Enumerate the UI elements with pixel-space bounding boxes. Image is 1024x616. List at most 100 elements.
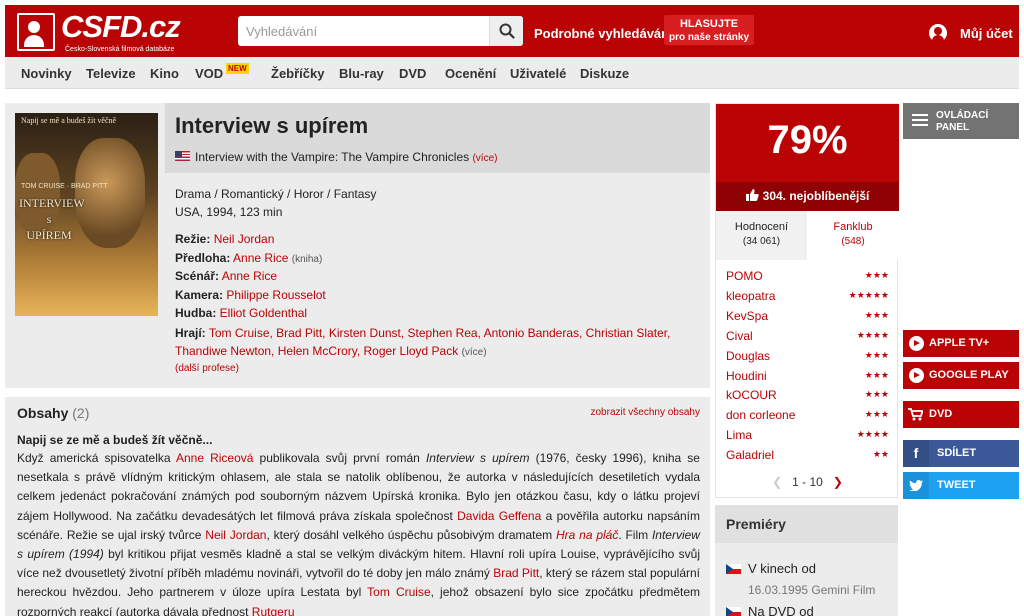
dvd-button[interactable]: DVD — [903, 401, 1019, 428]
crew-director: Režie: Neil Jordan — [175, 232, 274, 246]
plot-link[interactable]: Brad Pitt — [493, 566, 539, 580]
search-button[interactable] — [489, 16, 523, 46]
plot-link[interactable]: Tom Cruise — [367, 585, 430, 599]
vote-button-sublabel: pro naše stránky — [668, 32, 750, 43]
film-origin: USA, 1994, 123 min — [175, 205, 283, 219]
user-name[interactable]: POMO — [726, 269, 763, 283]
poster-title-line3: UPÍREM — [26, 228, 72, 242]
nav-item-diskuze[interactable]: Diskuze — [580, 66, 629, 81]
show-all-plots-link[interactable]: zobrazit všechny obsahy — [590, 407, 700, 418]
user-rating-row[interactable]: kleopatra ★★★★★ — [726, 287, 889, 307]
apple-tv-button[interactable]: APPLE TV+ — [903, 330, 1019, 357]
search-input[interactable] — [238, 16, 488, 46]
user-icon[interactable] — [929, 24, 947, 42]
vote-button[interactable]: HLASUJTE pro naše stránky — [664, 15, 754, 45]
czech-flag-icon — [726, 607, 741, 616]
plot-link[interactable]: Rutgeru — [252, 605, 295, 616]
account-link[interactable]: Můj účet — [960, 26, 1013, 41]
user-name[interactable]: Douglas — [726, 349, 770, 363]
rating-rank-text: 304. nejoblíbenější — [762, 189, 870, 203]
control-panel-button[interactable]: OVLÁDACÍ PANEL — [903, 103, 1019, 139]
star-rating: ★★★ — [864, 409, 889, 419]
google-play-button[interactable]: GOOGLE PLAY — [903, 362, 1019, 389]
cart-icon — [908, 408, 923, 421]
user-name[interactable]: don corleone — [726, 408, 795, 422]
apple-tv-label: APPLE TV+ — [929, 337, 990, 349]
star-rating: ★★★ — [864, 370, 889, 380]
user-rating-row[interactable]: Lima ★★★★ — [726, 426, 889, 446]
user-name[interactable]: Houdini — [726, 369, 767, 383]
poster-title: INTERVIEW s UPÍREM — [19, 195, 85, 243]
advanced-search-link[interactable]: Podrobné vyhledávání — [534, 26, 673, 41]
rating-tabs: Hodnocení (34 061) Fanklub (548) — [716, 211, 899, 260]
nav-item-uzivatele[interactable]: Uživatelé — [510, 66, 566, 81]
czech-flag-icon — [726, 564, 741, 574]
plot-text: Když americká spisovatelka Anne Riceová … — [17, 449, 700, 616]
user-rating-row[interactable]: don corleone ★★★ — [726, 406, 889, 426]
nav-item-zebricky[interactable]: Žebříčky — [271, 66, 324, 81]
nav-item-kino[interactable]: Kino — [150, 66, 179, 81]
nav-item-oceneni[interactable]: Ocenění — [445, 66, 496, 81]
pager-prev-icon[interactable]: ❮ — [772, 475, 782, 489]
crew-link[interactable]: Anne Rice — [222, 269, 277, 283]
user-name[interactable]: Cival — [726, 329, 753, 343]
user-name[interactable]: Galadriel — [726, 448, 774, 462]
user-name[interactable]: KevSpa — [726, 309, 768, 323]
user-rating-row[interactable]: Cival ★★★★ — [726, 327, 889, 347]
rating-box: 79% 304. nejoblíbenější Hodnocení (34 06… — [715, 103, 899, 498]
logo-subtitle: Česko-Slovenská filmová databáze — [65, 46, 175, 53]
crew-link[interactable]: Philippe Rousselot — [226, 288, 325, 302]
original-title: Interview with the Vampire: The Vampire … — [195, 150, 497, 164]
tab-ratings[interactable]: Hodnocení (34 061) — [716, 211, 807, 260]
vote-button-label: HLASUJTE — [679, 18, 739, 30]
film-poster[interactable]: Napij se mě a budeš žít věčně TOM CRUISE… — [15, 113, 158, 316]
crew-link[interactable]: Neil Jordan — [214, 232, 275, 246]
poster-face-shape — [75, 138, 145, 248]
crew-link[interactable]: Elliot Goldenthal — [220, 306, 307, 320]
plot-box: Obsahy (2) zobrazit všechny obsahy Napij… — [5, 397, 710, 616]
nav-item-televize[interactable]: Televize — [86, 66, 136, 81]
star-rating: ★★★★ — [856, 429, 889, 439]
user-rating-row[interactable]: Douglas ★★★ — [726, 347, 889, 367]
pager-next-icon[interactable]: ❯ — [833, 475, 843, 489]
crew-camera: Kamera: Philippe Rousselot — [175, 288, 326, 302]
user-rating-row[interactable]: Houdini ★★★ — [726, 367, 889, 387]
user-name[interactable]: kleopatra — [726, 289, 775, 303]
user-rating-row[interactable]: kOCOUR ★★★ — [726, 386, 889, 406]
user-rating-row[interactable]: KevSpa ★★★ — [726, 307, 889, 327]
plot-link[interactable]: Neil Jordan — [205, 528, 266, 542]
tab-fanclub[interactable]: Fanklub (548) — [807, 211, 899, 260]
user-rating-row[interactable]: POMO ★★★ — [726, 267, 889, 287]
rating-rank[interactable]: 304. nejoblíbenější — [716, 182, 899, 211]
more-titles-link[interactable]: (více) — [472, 153, 497, 164]
premieres-heading: Premiéry — [715, 505, 898, 543]
nav-item-bluray[interactable]: Blu-ray — [339, 66, 384, 81]
user-name[interactable]: Lima — [726, 428, 752, 442]
logo-person-icon — [17, 13, 55, 51]
film-box: Napij se mě a budeš žít věčně TOM CRUISE… — [5, 103, 710, 388]
plot-link[interactable]: Davida Geffena — [457, 509, 541, 523]
thumbs-up-icon — [745, 189, 759, 201]
premiere-cinema-label: V kinech od — [748, 561, 816, 576]
share-button[interactable]: f SDÍLET — [903, 440, 1019, 467]
tab-fanclub-count: (548) — [841, 236, 865, 247]
plot-link[interactable]: Hra na pláč — [556, 528, 618, 542]
crew-link[interactable]: Anne Rice — [233, 251, 288, 265]
more-actors-link[interactable]: (více) — [462, 347, 487, 358]
plot-link[interactable]: Anne Riceová — [176, 451, 253, 465]
new-badge: NEW — [226, 63, 249, 74]
site-logo[interactable]: CSFD.cz Česko-Slovenská filmová databáze — [17, 9, 187, 55]
premieres-box: Premiéry V kinech od 16.03.1995 Gemini F… — [715, 505, 898, 616]
dvd-label: DVD — [929, 408, 953, 420]
nav-item-novinky[interactable]: Novinky — [21, 66, 72, 81]
user-name[interactable]: kOCOUR — [726, 388, 777, 402]
star-rating: ★★★★ — [856, 330, 889, 340]
actors-links[interactable]: Tom Cruise, Brad Pitt, Kirsten Dunst, St… — [175, 326, 670, 358]
nav-item-dvd[interactable]: DVD — [399, 66, 426, 81]
control-panel-label: OVLÁDACÍ PANEL — [936, 110, 989, 133]
nav-item-vod[interactable]: VOD — [195, 66, 223, 81]
tweet-button[interactable]: TWEET — [903, 472, 1019, 499]
star-rating: ★★ — [872, 449, 889, 459]
user-rating-row[interactable]: Galadriel ★★ — [726, 446, 889, 466]
more-professions-link[interactable]: (další profese) — [175, 363, 239, 374]
